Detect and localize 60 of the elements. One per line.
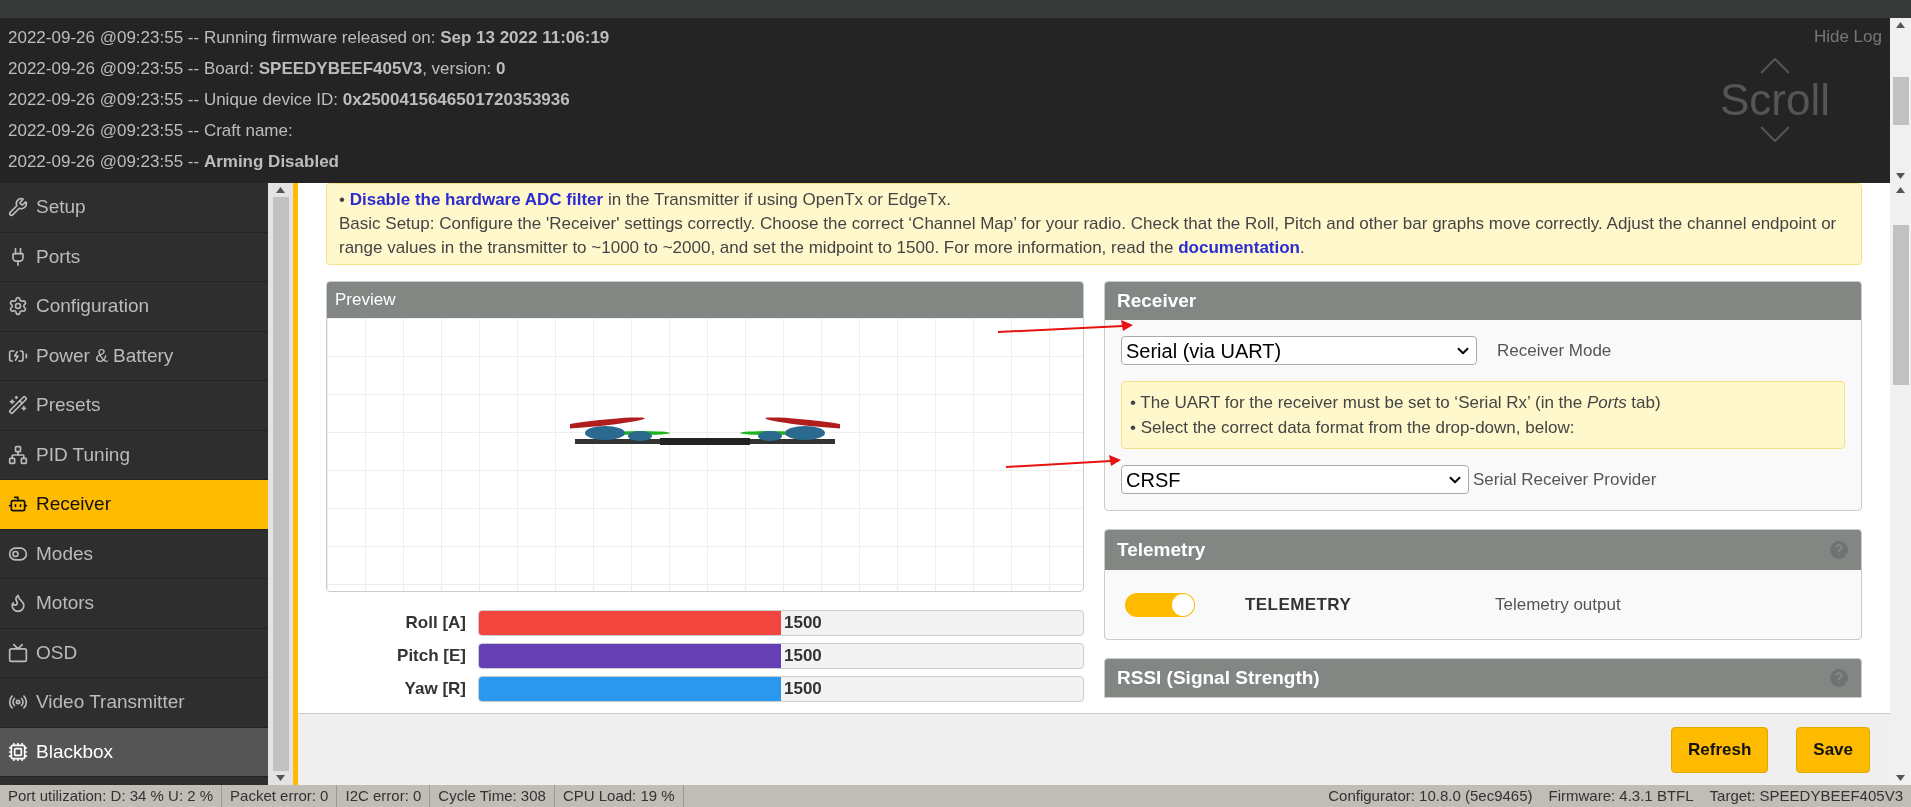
action-button[interactable]: Refresh: [1671, 726, 1769, 773]
scrollbar-thumb[interactable]: [1892, 225, 1909, 385]
note-line: • Select the correct data format from the drop-down, below:: [1130, 417, 1576, 439]
panel-header: Preview: [327, 282, 1083, 318]
status-item: Port utilization: D: 34 % U: 2 %: [0, 784, 223, 807]
channel-label: Pitch [E]: [396, 645, 466, 668]
sidebar-item[interactable]: Blackbox: [0, 727, 268, 777]
toggle-switch[interactable]: [1125, 592, 1195, 617]
hierarchy-icon: [8, 444, 28, 465]
status-item: Firmware: 4.3.1 BTFL: [1547, 785, 1695, 806]
panel-header: Receiver: [1105, 282, 1861, 320]
status-item: Packet error: 0: [222, 784, 338, 807]
panel-title: RSSI (Signal Strength): [1117, 665, 1320, 690]
channel-label: Yaw [R]: [403, 678, 466, 701]
channel-value: 1500: [784, 612, 822, 635]
log-line: 2022-09-26 @09:23:55 -- Unique device ID: 0x2500415646501720353936: [8, 89, 570, 111]
channel-value: 1500: [784, 645, 822, 668]
scroll-down-icon[interactable]: [1896, 173, 1905, 179]
sidebar-scrollbar[interactable]: [268, 183, 293, 785]
robot-icon: [8, 494, 28, 515]
field-label: Serial Receiver Provider: [1473, 468, 1657, 491]
scrollbar-thumb[interactable]: [272, 197, 289, 771]
channel-value: 1500: [784, 678, 822, 701]
note-line: • The UART for the receiver must be set to ‘Serial Rx’ (in the Ports tab): [1130, 392, 1662, 414]
scroll-down-icon[interactable]: [276, 775, 285, 781]
note-paragraph: Basic Setup: Configure the 'Receiver' settings correctly. Choose the correct ‘Channel Map’ for your radio. Check that the Roll, Pitch and other bar graphs move correctly. Adjust the channel endpoint or range values in the transmitter to ~1000 to ~2000, and set the midpoint to 1500. For more information, read the documentation.: [339, 213, 1838, 259]
receiver-mode-select[interactable]: Serial (via UART): [1121, 336, 1477, 365]
status-item: Cycle Time: 308: [430, 784, 555, 807]
scroll-down-icon[interactable]: [1896, 775, 1905, 781]
screen-icon: [8, 642, 28, 663]
log-line: 2022-09-26 @09:23:55 -- Craft name:: [8, 120, 293, 142]
status-item: CPU Load: 19 %: [554, 784, 684, 807]
chevron-up-icon: [1760, 58, 1790, 74]
log-line: 2022-09-26 @09:23:55 -- Running firmware released on: Sep 13 2022 11:06:19: [8, 27, 610, 49]
chip-icon: [8, 741, 28, 762]
sidebar-item[interactable]: Receiver: [0, 480, 268, 530]
status-item: Target: SPEEDYBEEF405V3: [1708, 785, 1904, 806]
log-line: 2022-09-26 @09:23:55 -- Arming Disabled: [8, 151, 339, 173]
log-line: 2022-09-26 @09:23:55 -- Board: SPEEDYBEEF405V3, version: 0: [8, 58, 506, 80]
note-paragraph: • Disable the hardware ADC filter in the Transmitter if using OpenTx or EdgeTx.: [339, 189, 952, 211]
scroll-up-icon[interactable]: [1896, 187, 1905, 193]
setting-description: Telemetry output: [1495, 593, 1621, 616]
channel-label: Roll [A]: [404, 612, 466, 635]
status-item: I2C error: 0: [337, 784, 431, 807]
status-item: Configurator: 10.8.0 (5ec9465): [1327, 785, 1534, 806]
link[interactable]: Disable the hardware ADC filter: [349, 190, 604, 209]
scroll-up-icon[interactable]: [276, 187, 285, 193]
panel-title: Telemetry: [1117, 537, 1206, 562]
field-label: Receiver Mode: [1497, 339, 1612, 362]
scroll-up-icon[interactable]: [1896, 22, 1905, 28]
setting-name: TELEMETRY: [1245, 593, 1353, 616]
chevron-down-icon: [1760, 126, 1790, 142]
wand-icon: [8, 395, 28, 416]
action-button[interactable]: Save: [1796, 726, 1870, 773]
provider-select[interactable]: CRSF: [1121, 465, 1469, 494]
link[interactable]: documentation: [1178, 238, 1300, 257]
gear-icon: [8, 296, 28, 317]
wrench-icon: [8, 197, 28, 218]
scrollbar-thumb[interactable]: [1892, 76, 1909, 125]
flame-icon: [8, 593, 28, 614]
